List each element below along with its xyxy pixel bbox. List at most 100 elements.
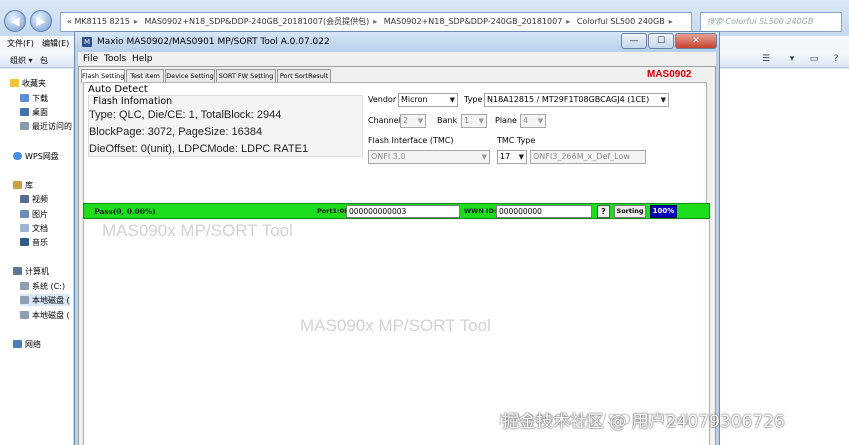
progress-percent-badge: 100% xyxy=(650,205,677,218)
picture-icon xyxy=(20,210,29,218)
maximize-icon[interactable]: ☐ xyxy=(648,33,674,49)
flash-interface-value: ONFI 3.0 xyxy=(371,152,406,161)
menu-tools[interactable]: Tools xyxy=(104,54,126,64)
chevron-down-icon: ▼ xyxy=(537,117,543,125)
music-icon xyxy=(20,238,29,246)
sidebar-item-desktop[interactable]: 桌面 xyxy=(20,106,48,118)
back-arrow-icon[interactable]: ◀ xyxy=(4,10,26,32)
tmc-number-select[interactable]: 17 ▼ xyxy=(497,150,527,164)
tab-flash-setting[interactable]: Flash Setting xyxy=(81,69,125,83)
drive-icon xyxy=(20,296,29,304)
drive-icon xyxy=(20,282,29,290)
port-help-button[interactable]: ? xyxy=(597,205,610,218)
sidebar-item-computer[interactable]: 计算机 xyxy=(13,265,49,277)
flash-info-line: BlockPage: 3072, PageSize: 16384 xyxy=(89,126,263,138)
auto-detect-title: Auto Detect xyxy=(88,84,148,95)
window-title: Maxio MAS0902/MAS0901 MP/SORT Tool A.0.0… xyxy=(97,37,330,47)
help-icon[interactable]: ? xyxy=(830,54,842,65)
sorting-button[interactable]: Sorting xyxy=(614,205,646,218)
view-options-icon[interactable]: ☰ xyxy=(760,54,772,65)
sidebar-item-videos[interactable]: 视频 xyxy=(20,193,48,205)
close-icon[interactable]: ✕ xyxy=(675,33,717,49)
bank-label: Bank xyxy=(437,116,458,125)
plane-select[interactable]: 4 ▼ xyxy=(520,114,546,128)
cloud-icon xyxy=(13,152,22,160)
port-status-bar: Pass(0, 0.00%) Port1:0E 000000000003 WWN… xyxy=(83,203,710,219)
sidebar-item-network[interactable]: 网络 xyxy=(13,338,41,350)
address-part[interactable]: MAS0902+N18_SDP&DDP-240GB_20181007(会员提供包… xyxy=(144,17,369,26)
address-part[interactable]: MK8115 8215 xyxy=(74,17,129,26)
forward-arrow-icon[interactable]: ▶ xyxy=(30,10,52,32)
sidebar-item-downloads[interactable]: 下载 xyxy=(20,92,48,104)
flash-info-line: DieOffset: 0(unit), LDPCMode: LDPC RATE1 xyxy=(89,143,309,155)
sidebar-item-favorites[interactable]: 收藏夹 xyxy=(10,77,46,89)
pass-count: Pass(0, 0.00%) xyxy=(94,207,156,216)
drive-icon xyxy=(20,311,29,319)
bank-select[interactable]: 1 ▼ xyxy=(461,114,487,128)
star-icon xyxy=(10,79,19,87)
wwn-id-field[interactable]: 000000000 xyxy=(496,205,592,218)
tool-body: Flash Setting Test item Device Setting S… xyxy=(78,66,716,445)
sidebar-item-system-c[interactable]: 系统 (C:) xyxy=(20,280,65,292)
flash-info-box: Flash Infomation Type: QLC, Die/CE: 1, T… xyxy=(88,95,363,157)
plane-label: Plane xyxy=(495,116,517,125)
flash-interface-select[interactable]: ONFI 3.0 ▼ xyxy=(368,150,490,164)
computer-icon xyxy=(13,267,22,275)
document-icon xyxy=(20,224,29,232)
tool-watermark: MAS090x MP/SORT Tool xyxy=(102,221,293,240)
tool-menubar: File Tools Help xyxy=(78,52,716,66)
include-button[interactable]: 包 xyxy=(40,55,48,66)
sidebar-item-wps[interactable]: WPS网盘 xyxy=(13,150,59,162)
flash-interface-label: Flash Interface (TMC) xyxy=(368,136,454,145)
explorer-menu-edit[interactable]: 编辑(E) xyxy=(42,38,69,49)
menu-help[interactable]: Help xyxy=(132,54,153,64)
sidebar-item-local-disk[interactable]: 本地磁盘 ( xyxy=(20,309,70,321)
menu-file[interactable]: File xyxy=(83,54,98,64)
bank-value: 1 xyxy=(464,116,470,125)
recent-places-icon xyxy=(20,122,29,130)
channel-select[interactable]: 2 ▼ xyxy=(400,114,426,128)
wwn-label: WWN ID: xyxy=(464,207,497,215)
organize-button[interactable]: 组织 ▾ xyxy=(10,55,33,66)
channel-label: Channel xyxy=(368,116,401,125)
chevron-down-icon: ▼ xyxy=(478,117,484,125)
sidebar-item-libraries[interactable]: 库 xyxy=(13,179,33,191)
tab-port-sort-result[interactable]: Port SortResult xyxy=(277,69,331,82)
port-id-field[interactable]: 000000000003 xyxy=(346,205,460,218)
sidebar-item-documents[interactable]: 文档 xyxy=(20,222,48,234)
tool-window: M Maxio MAS0902/MAS0901 MP/SORT Tool A.0… xyxy=(74,31,720,445)
explorer-address-bar[interactable]: « MK8115 8215 ▸ MAS0902+N18_SDP&DDP-240GB… xyxy=(60,12,692,32)
sidebar-item-music[interactable]: 音乐 xyxy=(20,236,48,248)
network-icon xyxy=(13,340,22,348)
explorer-file-list xyxy=(720,69,849,445)
plane-value: 4 xyxy=(523,116,529,125)
tab-test-item[interactable]: Test item xyxy=(126,69,164,82)
minimize-icon[interactable]: — xyxy=(621,33,647,49)
flash-info-title: Flash Infomation xyxy=(93,96,173,107)
address-part[interactable]: Colorful SL500 240GB xyxy=(577,17,665,26)
library-icon xyxy=(13,181,22,189)
tab-device-setting[interactable]: Device Setting xyxy=(165,69,215,82)
sidebar-item-recent[interactable]: 最近访问的 xyxy=(20,120,72,132)
video-icon xyxy=(20,195,29,203)
explorer-sidebar: 收藏夹 下载 桌面 最近访问的 WPS网盘 库 视频 图片 文档 音乐 计算机 … xyxy=(0,69,74,445)
preview-pane-icon[interactable]: ▭ xyxy=(808,54,820,65)
vendor-value: Micron xyxy=(401,95,428,104)
explorer-search-input[interactable]: 搜索 Colorful SL500 240GB xyxy=(700,12,842,32)
sidebar-item-pictures[interactable]: 图片 xyxy=(20,208,48,220)
vendor-select[interactable]: Micron ▼ xyxy=(398,93,458,107)
sidebar-item-local-disk[interactable]: 本地磁盘 ( xyxy=(20,294,70,306)
tab-sort-fw-setting[interactable]: SORT FW Setting xyxy=(216,69,276,82)
type-select[interactable]: N18A12815 / MT29F1T08GBCAGJ4 (1CE) ▼ xyxy=(484,93,669,107)
flash-info-line: Type: QLC, Die/CE: 1, TotalBlock: 2944 xyxy=(89,109,282,121)
tool-title-bar: M Maxio MAS0902/MAS0901 MP/SORT Tool A.0… xyxy=(75,32,719,52)
channel-value: 2 xyxy=(403,116,409,125)
tmc-type-field[interactable]: ONFI3_266M_x_Def_Low xyxy=(530,150,646,164)
type-value: N18A12815 / MT29F1T08GBCAGJ4 (1CE) xyxy=(487,95,650,104)
address-chevron-icon: « xyxy=(67,17,72,26)
download-folder-icon xyxy=(20,94,29,102)
address-part[interactable]: MAS0902+N18_SDP&DDP-240GB_20181007 xyxy=(384,17,563,26)
explorer-menu-file[interactable]: 文件(F) xyxy=(7,38,34,49)
dropdown-arrow-icon[interactable]: ▾ xyxy=(786,54,798,65)
vendor-label: Vendor xyxy=(368,95,397,104)
